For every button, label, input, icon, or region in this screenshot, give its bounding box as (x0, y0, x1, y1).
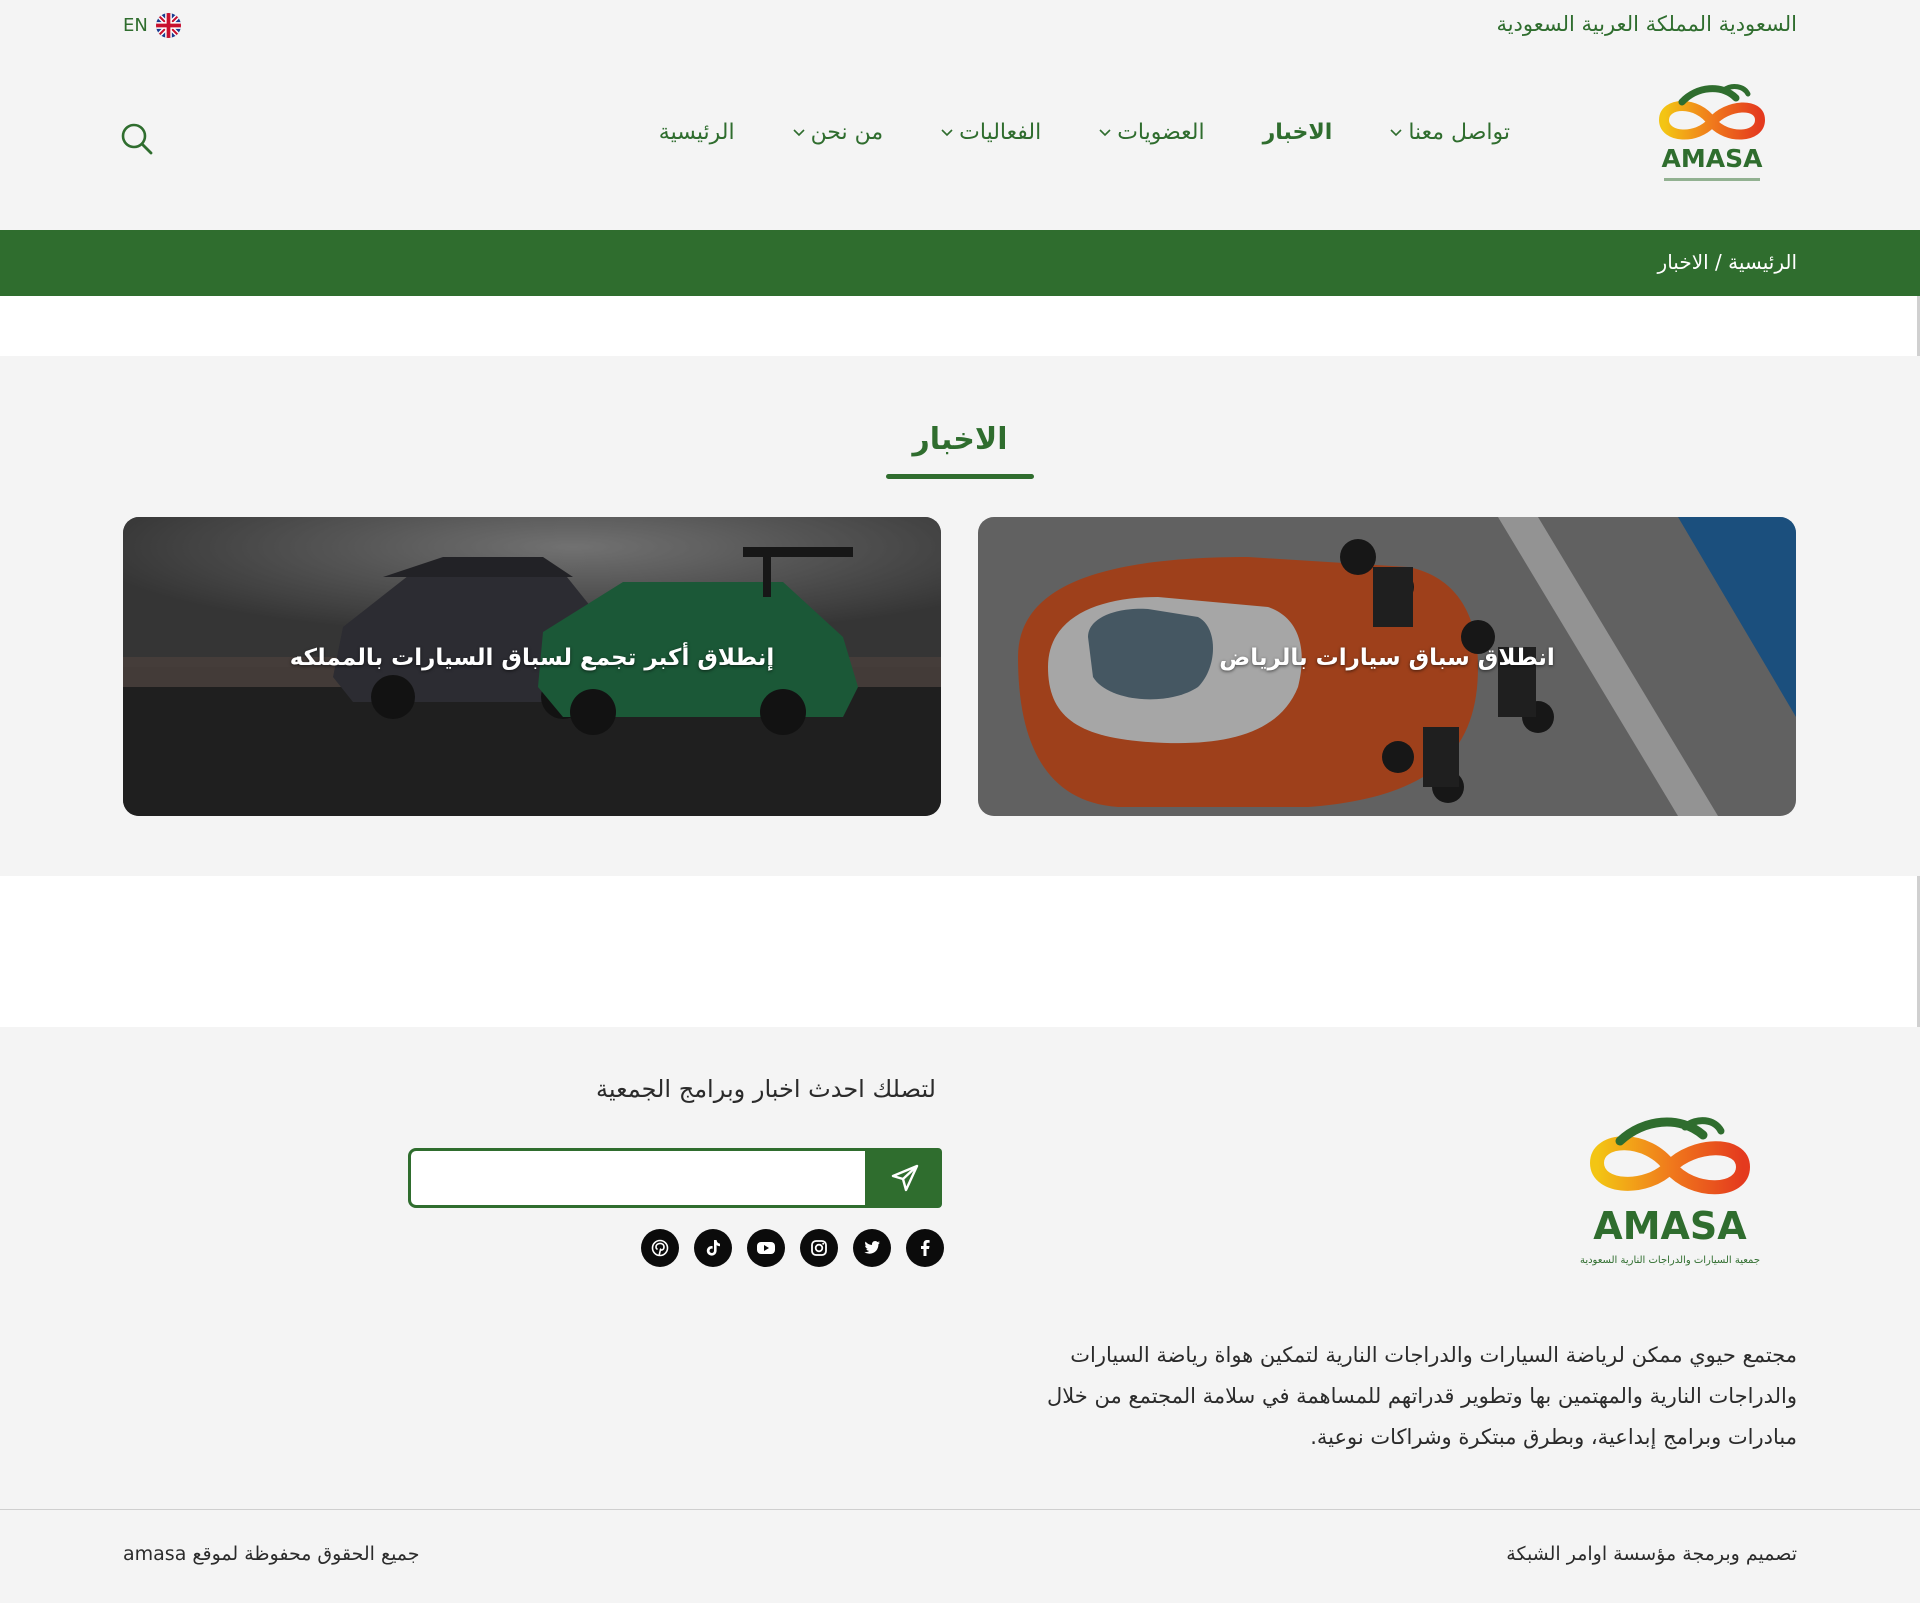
news-card[interactable]: انطلاق سباق سيارات بالرياض (978, 517, 1796, 816)
twitter-icon[interactable] (853, 1229, 891, 1267)
nav-item-contact[interactable]: تواصل معنا (1390, 120, 1510, 145)
news-card-title[interactable]: إنطلاق أكبر تجمع لسباق السيارات بالمملكه (123, 645, 941, 671)
nav-item-memberships[interactable]: العضويات (1099, 120, 1205, 145)
footer-copyright: جميع الحقوق محفوظة لموقع amasa (123, 1543, 420, 1565)
tiktok-icon[interactable] (694, 1229, 732, 1267)
footer-logo[interactable]: AMASA جمعية السيارات والدراجات النارية ا… (1575, 1115, 1765, 1275)
breadcrumb-bar: الرئيسية / الاخبار (0, 230, 1920, 296)
country-label: السعودية المملكة العربية السعودية (1496, 12, 1797, 36)
logo-tagline: جمعية السيارات والدراجات النارية السعودي… (1580, 1255, 1760, 1266)
amasa-logo[interactable]: AMASA (1652, 80, 1772, 190)
nav-item-home[interactable]: الرئيسية (659, 120, 735, 145)
breadcrumb[interactable]: الرئيسية / الاخبار (1658, 250, 1797, 274)
news-section: الاخبار انطلاق سباق سيارات بالرياض إنطلا… (0, 356, 1920, 876)
pinterest-icon[interactable] (641, 1229, 679, 1267)
newsletter-title: لتصلك احدث اخبار وبرامج الجمعية (596, 1075, 936, 1103)
footer-credit[interactable]: تصميم وبرمجة مؤسسة اوامر الشبكة (1506, 1543, 1797, 1565)
search-icon[interactable] (120, 122, 154, 156)
newsletter-submit-button[interactable] (868, 1148, 942, 1208)
newsletter-form (408, 1148, 942, 1208)
logo-wordmark: AMASA (1593, 1204, 1747, 1248)
chevron-down-icon (941, 128, 953, 136)
social-links (641, 1229, 944, 1267)
uk-flag-icon[interactable] (155, 13, 181, 38)
chevron-down-icon (792, 128, 805, 136)
footer-divider (0, 1509, 1920, 1510)
newsletter-email-field[interactable] (408, 1148, 868, 1208)
site-footer: AMASA جمعية السيارات والدراجات النارية ا… (0, 1027, 1920, 1603)
chevron-down-icon (1390, 128, 1402, 136)
instagram-icon[interactable] (800, 1229, 838, 1267)
nav-item-events[interactable]: الفعاليات (941, 120, 1041, 145)
nav-item-news[interactable]: الاخبار (1263, 120, 1333, 145)
language-switcher[interactable]: EN (123, 13, 181, 38)
language-label[interactable]: EN (123, 15, 148, 36)
chevron-down-icon (1099, 128, 1111, 136)
news-card[interactable]: إنطلاق أكبر تجمع لسباق السيارات بالمملكه (123, 517, 941, 816)
section-title: الاخبار (912, 422, 1008, 457)
footer-about-text: مجتمع حيوي ممكن لرياضة السيارات والدراجا… (1047, 1343, 1797, 1449)
main-nav: الرئيسية من نحن الفعاليات العضويات الاخب… (659, 120, 1510, 145)
logo-wordmark: AMASA (1662, 144, 1764, 173)
news-card-title[interactable]: انطلاق سباق سيارات بالرياض (978, 645, 1796, 671)
title-underline (886, 474, 1034, 479)
facebook-icon[interactable] (906, 1229, 944, 1267)
youtube-icon[interactable] (747, 1229, 785, 1267)
site-header: السعودية المملكة العربية السعودية EN AMA… (0, 0, 1920, 230)
send-icon (891, 1164, 919, 1192)
nav-item-about[interactable]: من نحن (792, 120, 883, 145)
